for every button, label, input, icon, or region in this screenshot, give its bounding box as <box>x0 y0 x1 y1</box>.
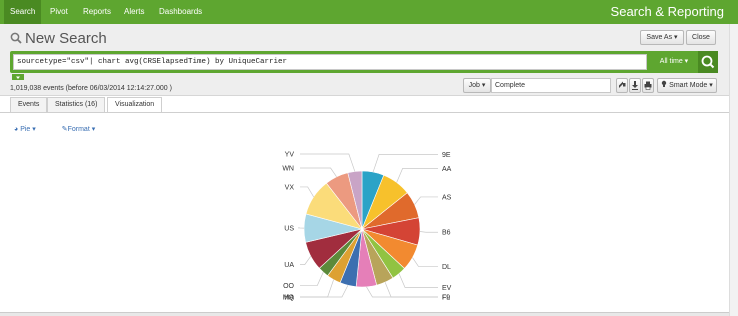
pie-label-ha: HA <box>284 295 294 302</box>
lightbulb-icon <box>662 80 667 87</box>
search-icon <box>10 32 22 44</box>
leader-line-dl <box>412 257 438 267</box>
nav-search[interactable]: Search <box>4 0 42 24</box>
pie-label-us: US <box>284 225 294 232</box>
search-go-icon <box>701 55 715 69</box>
search-mode-label: Smart Mode ▾ <box>669 82 713 89</box>
nav-reports[interactable]: Reports <box>77 0 117 24</box>
tab-visualization[interactable]: Visualization <box>107 97 163 113</box>
pie-chart: 9EAAASB6DLEVF9FLYVWNVXUSUAOOMQHA <box>282 152 452 302</box>
close-button[interactable]: Close <box>686 30 716 45</box>
leader-line-ua <box>300 255 312 265</box>
pie-label-ev: EV <box>442 285 452 292</box>
leader-line-ev <box>398 273 438 288</box>
leader-line-mq <box>300 279 334 298</box>
nav-alerts[interactable]: Alerts <box>118 0 150 24</box>
search-bar: sourcetype="csv"| chart avg(CRSElapsedTi… <box>10 51 718 73</box>
pie-label-vx: VX <box>285 184 295 191</box>
leader-line-oo <box>300 272 324 286</box>
print-button[interactable] <box>642 78 654 93</box>
app-title[interactable]: Search & Reporting <box>611 0 724 24</box>
save-as-button[interactable]: Save As ▾ <box>640 30 684 45</box>
search-assistant-toggle[interactable] <box>12 74 24 80</box>
leader-line-fl <box>366 286 438 298</box>
leader-line-9e <box>372 154 438 173</box>
job-menu-button[interactable]: Job ▾ <box>463 78 491 93</box>
print-icon <box>644 81 652 90</box>
pie-label-b6: B6 <box>442 230 451 237</box>
page-title: New Search <box>25 30 107 47</box>
nav-pivot[interactable]: Pivot <box>44 0 74 24</box>
share-icon <box>619 81 626 88</box>
top-nav: Search Pivot Reports Alerts Dashboards S… <box>0 0 738 24</box>
export-button[interactable] <box>629 78 641 93</box>
pie-label-ua: UA <box>284 262 294 269</box>
page-title-row: New Search <box>10 30 107 48</box>
pie-label-9e: 9E <box>442 152 451 159</box>
search-mode-dropdown[interactable]: Smart Mode ▾ <box>657 78 717 93</box>
leader-line-wn <box>300 167 337 178</box>
leader-line-yv <box>300 153 356 172</box>
time-range-picker[interactable]: All time ▾ <box>653 54 695 70</box>
download-icon <box>632 81 638 90</box>
events-count: 1,019,038 events (before 06/03/2014 12:1… <box>10 85 172 92</box>
pie-label-aa: AA <box>442 166 452 173</box>
leader-line-aa <box>396 168 438 183</box>
job-status: Complete <box>491 78 611 93</box>
pie-label-oo: OO <box>283 283 294 290</box>
chevron-down-icon <box>16 76 20 79</box>
leader-line-b6 <box>419 231 438 233</box>
search-input[interactable]: sourcetype="csv"| chart avg(CRSElapsedTi… <box>13 54 647 70</box>
pie-slices <box>303 170 421 288</box>
share-button[interactable] <box>616 78 628 93</box>
pie-label-yv: YV <box>285 152 295 159</box>
leader-line-ha <box>300 285 349 298</box>
pie-label-as: AS <box>442 194 452 201</box>
nav-dashboards[interactable]: Dashboards <box>153 0 208 24</box>
tab-events[interactable]: Events <box>10 97 48 112</box>
leader-line-as <box>414 196 438 205</box>
tab-statistics[interactable]: Statistics (16) <box>47 97 106 112</box>
horizontal-scrollbar[interactable] <box>0 312 729 316</box>
leader-line-f9 <box>384 282 438 298</box>
pie-label-wn: WN <box>282 166 294 173</box>
vertical-scrollbar[interactable] <box>729 24 738 316</box>
pie-label-fl: FL <box>442 295 450 302</box>
leader-line-vx <box>300 186 315 198</box>
search-button[interactable] <box>698 51 718 73</box>
pie-label-dl: DL <box>442 264 451 271</box>
